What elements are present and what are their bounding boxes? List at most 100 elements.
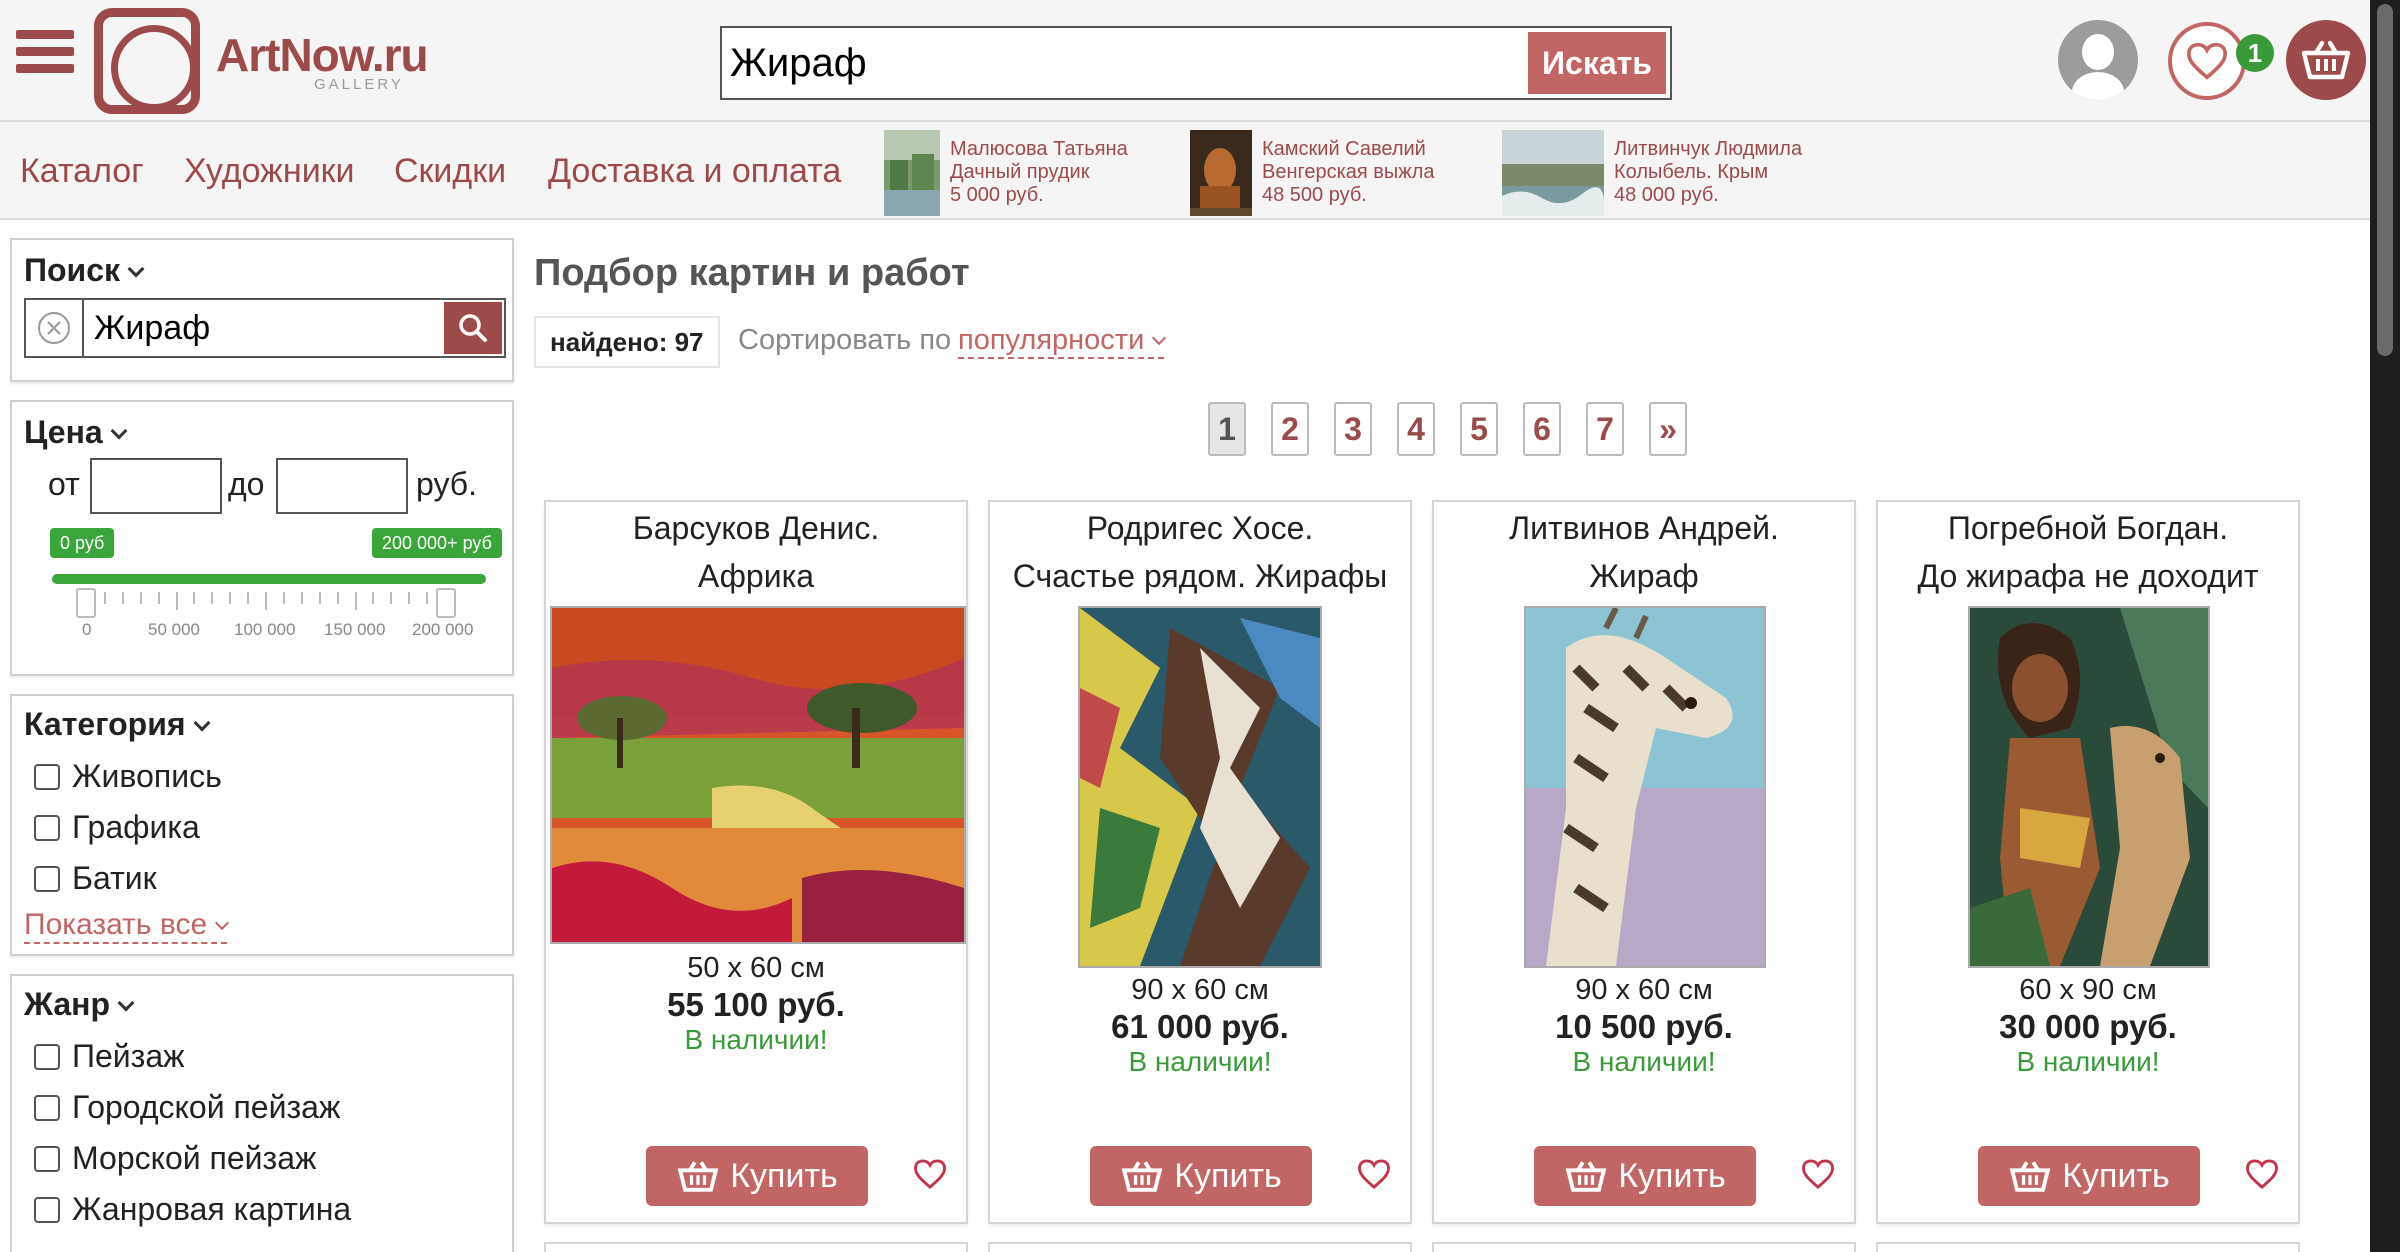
- price-tick-label: 150 000: [324, 620, 386, 639]
- slider-tick: [426, 592, 429, 604]
- search-button[interactable]: Искать: [1528, 32, 1666, 94]
- product-artist[interactable]: Литвинов Андрей.: [1434, 504, 1854, 552]
- price-to-input[interactable]: [276, 458, 408, 514]
- checkbox[interactable]: [34, 1145, 60, 1172]
- promo-item[interactable]: Малюсова Татьяна Дачный прудик 5 000 руб…: [884, 130, 1174, 216]
- menu-icon[interactable]: [16, 30, 74, 78]
- page-button-6[interactable]: 6: [1523, 402, 1561, 456]
- search-form: Искать: [720, 26, 1672, 100]
- promo-item[interactable]: Литвинчук Людмила Колыбель. Крым 48 000 …: [1502, 130, 1822, 216]
- genre-checkbox-row[interactable]: Морской пейзаж: [34, 1140, 316, 1177]
- search-filter-toggle[interactable]: Поиск: [24, 252, 145, 289]
- product-image[interactable]: [1524, 606, 1766, 968]
- slider-tick: [139, 592, 142, 604]
- product-artist[interactable]: Погребной Богдан.: [1878, 504, 2298, 552]
- price-slider-min-handle[interactable]: [76, 588, 96, 618]
- buy-button[interactable]: Купить: [1978, 1146, 2200, 1206]
- user-icon[interactable]: [2058, 20, 2138, 100]
- show-all-categories-link[interactable]: Показать все: [24, 908, 230, 944]
- product-image[interactable]: [550, 606, 966, 944]
- genre-filter-toggle[interactable]: Жанр: [24, 986, 135, 1023]
- page-button-4[interactable]: 4: [1397, 402, 1435, 456]
- slider-tick: [354, 592, 357, 610]
- product-card[interactable]: [988, 1242, 1412, 1252]
- promo-item[interactable]: Камский Савелий Венгерская выжла 48 500 …: [1190, 130, 1490, 216]
- genre-checkbox-row[interactable]: Городской пейзаж: [34, 1089, 340, 1126]
- price-filter-toggle[interactable]: Цена: [24, 414, 128, 451]
- checkbox[interactable]: [34, 814, 60, 841]
- category-checkbox-row[interactable]: Батик: [34, 860, 157, 897]
- page-button-5[interactable]: 5: [1460, 402, 1498, 456]
- product-size: 90 x 60 см: [1131, 974, 1269, 1006]
- next-page-button[interactable]: »: [1649, 402, 1687, 456]
- product-title[interactable]: Счастье рядом. Жирафы: [990, 552, 1410, 600]
- slider-tick: [193, 592, 196, 604]
- product-card[interactable]: Барсуков Денис. Африка 50 x 60 см 55 100…: [544, 500, 968, 1224]
- favorites-button[interactable]: [2168, 22, 2246, 100]
- checkbox[interactable]: [34, 1094, 60, 1121]
- category-checkbox-row[interactable]: Графика: [34, 809, 200, 846]
- product-price: 10 500 руб.: [1555, 1008, 1733, 1045]
- product-card[interactable]: [1876, 1242, 2300, 1252]
- page-button-2[interactable]: 2: [1271, 402, 1309, 456]
- promo-text: Камский Савелий Венгерская выжла 48 500 …: [1262, 138, 1435, 206]
- scrollbar-thumb[interactable]: [2377, 4, 2393, 356]
- category-filter-toggle[interactable]: Категория: [24, 706, 211, 743]
- heart-icon[interactable]: [912, 1158, 948, 1190]
- page-button-7[interactable]: 7: [1586, 402, 1624, 456]
- category-checkbox-row[interactable]: Живопись: [34, 758, 222, 795]
- nav-catalog[interactable]: Каталог: [20, 152, 144, 191]
- product-card[interactable]: Родригес Хосе. Счастье рядом. Жирафы 90 …: [988, 500, 1412, 1224]
- product-card[interactable]: Погребной Богдан. До жирафа не доходит 6…: [1876, 500, 2300, 1224]
- price-filter-panel: Цена от до руб. 0 руб 200 000+ руб 0 50 …: [10, 400, 514, 676]
- sort-dropdown[interactable]: популярности: [958, 324, 1167, 359]
- product-card[interactable]: [544, 1242, 968, 1252]
- product-card[interactable]: Литвинов Андрей. Жираф 90 x 60 см 10 500…: [1432, 500, 1856, 1224]
- price-slider-fill: [52, 574, 486, 584]
- price-slider-max-handle[interactable]: [436, 588, 456, 618]
- price-slider-track[interactable]: [52, 574, 486, 584]
- checkbox[interactable]: [34, 763, 60, 790]
- product-image[interactable]: [1968, 606, 2210, 968]
- buy-button[interactable]: Купить: [646, 1146, 868, 1206]
- heart-icon[interactable]: [1356, 1158, 1392, 1190]
- basket-icon: [1565, 1161, 1607, 1192]
- heart-icon[interactable]: [1800, 1158, 1836, 1190]
- product-title[interactable]: Жираф: [1434, 552, 1854, 600]
- cart-button[interactable]: [2286, 20, 2366, 100]
- product-title[interactable]: Африка: [546, 552, 966, 600]
- buy-button[interactable]: Купить: [1534, 1146, 1756, 1206]
- genre-checkbox-row[interactable]: Жанровая картина: [34, 1191, 351, 1228]
- nav-artists[interactable]: Художники: [184, 152, 355, 191]
- checkbox[interactable]: [34, 1043, 60, 1070]
- price-min-tag: 0 руб: [50, 528, 115, 558]
- site-header: ArtNow.ru GALLERY Искать 1: [0, 0, 2370, 122]
- slider-tick: [372, 592, 375, 604]
- product-stock: В наличии!: [1572, 1046, 1716, 1077]
- product-artist[interactable]: Родригес Хосе.: [990, 504, 1410, 552]
- slider-tick: [157, 592, 160, 604]
- logo-icon[interactable]: [94, 8, 200, 114]
- filter-search-input[interactable]: [94, 306, 424, 350]
- product-artist[interactable]: Барсуков Денис.: [546, 504, 966, 552]
- buy-button[interactable]: Купить: [1090, 1146, 1312, 1206]
- checkbox[interactable]: [34, 865, 60, 892]
- filter-search-button[interactable]: [444, 302, 502, 354]
- nav-delivery[interactable]: Доставка и оплата: [548, 152, 841, 191]
- heart-icon[interactable]: [2244, 1158, 2280, 1190]
- scrollbar[interactable]: [2370, 0, 2400, 1252]
- genre-checkbox-row[interactable]: Пейзаж: [34, 1038, 185, 1075]
- product-image[interactable]: [1078, 606, 1322, 968]
- nav-discounts[interactable]: Скидки: [394, 152, 506, 191]
- page-button-1[interactable]: 1: [1208, 402, 1246, 456]
- product-card[interactable]: [1432, 1242, 1856, 1252]
- price-from-input[interactable]: [90, 458, 222, 514]
- clear-icon[interactable]: [26, 300, 84, 356]
- checkbox[interactable]: [34, 1196, 60, 1223]
- product-title[interactable]: До жирафа не доходит: [1878, 552, 2298, 600]
- logo-text[interactable]: ArtNow.ru: [216, 28, 429, 82]
- search-input[interactable]: [730, 34, 1510, 92]
- product-size: 90 x 60 см: [1575, 974, 1713, 1006]
- chevron-down-icon: [193, 714, 211, 732]
- page-button-3[interactable]: 3: [1334, 402, 1372, 456]
